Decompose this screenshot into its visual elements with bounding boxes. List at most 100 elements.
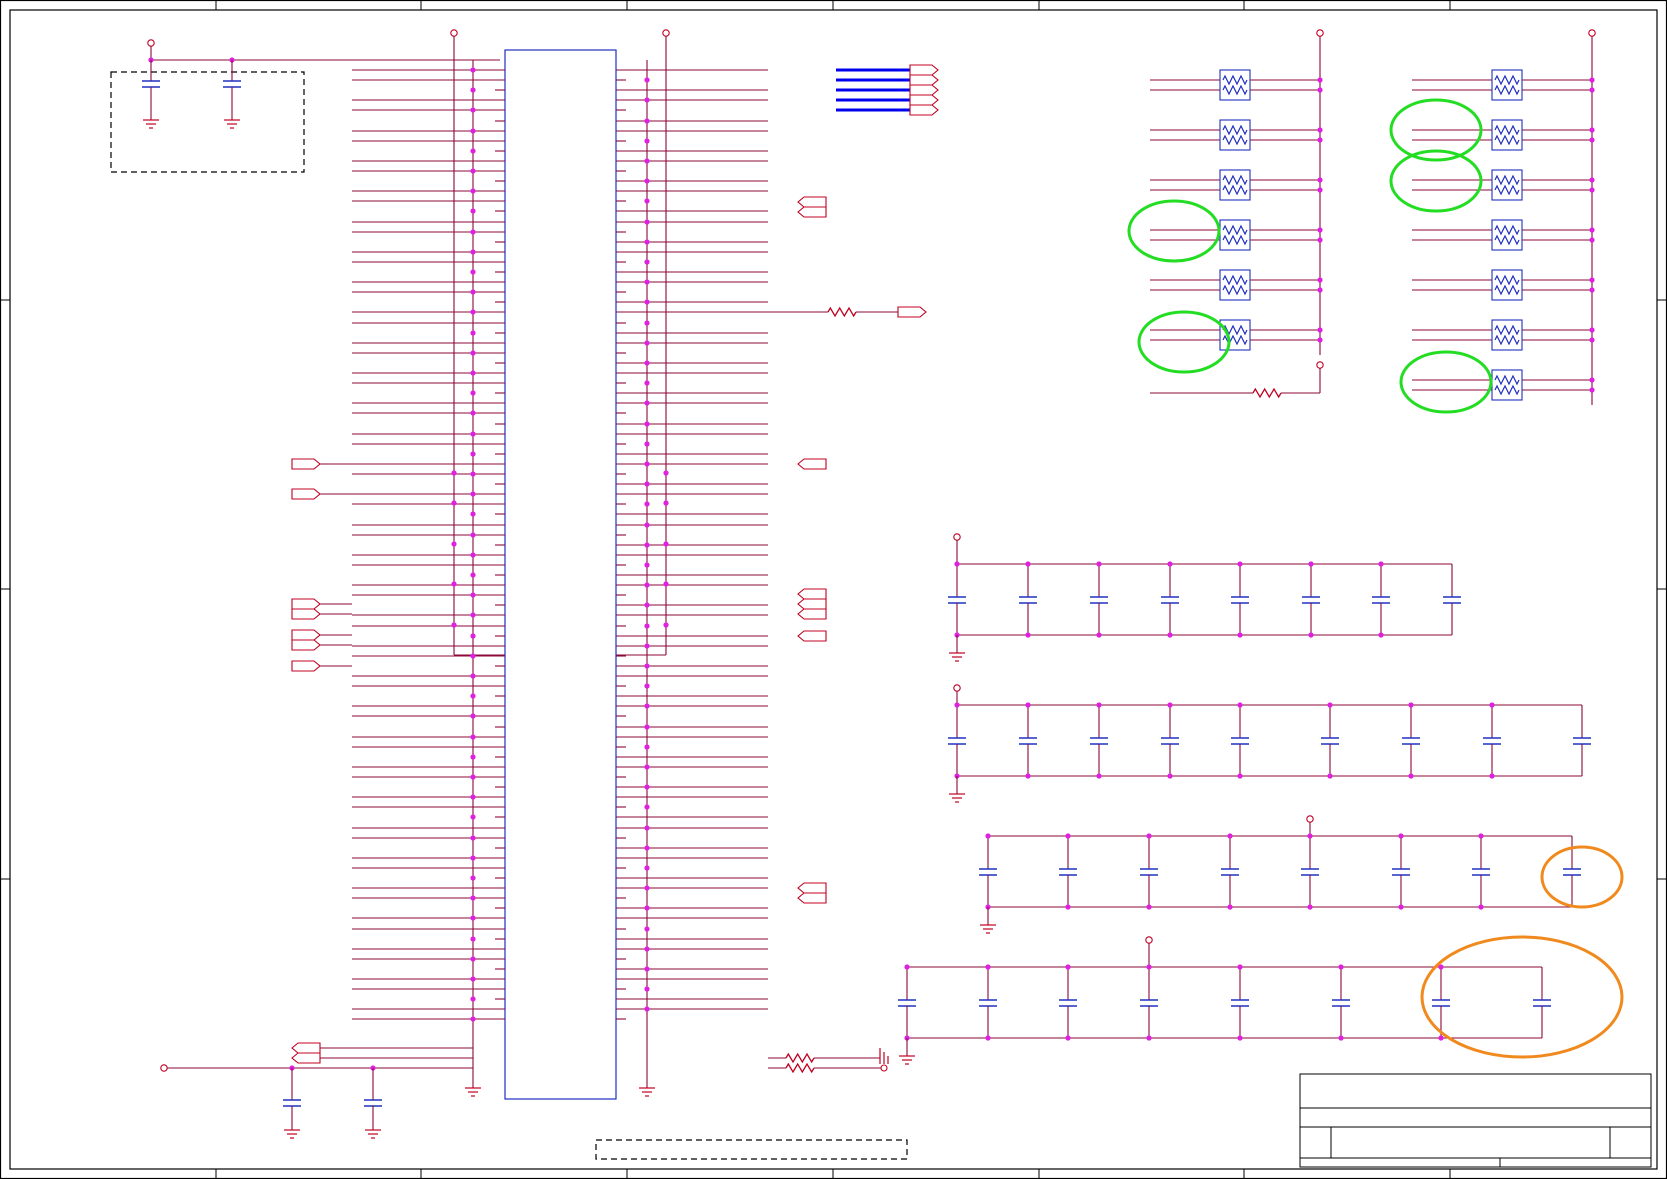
junction-dot	[1317, 187, 1323, 193]
off-sheet-port	[797, 598, 827, 610]
off-sheet-port	[291, 488, 321, 500]
resistor-network	[1491, 119, 1523, 151]
power-symbol	[1306, 815, 1314, 823]
junction-dot	[451, 541, 457, 547]
junction-dot	[470, 612, 476, 618]
junction-dot	[1338, 1035, 1344, 1041]
junction-dot	[985, 833, 991, 839]
junction-dot	[1589, 187, 1595, 193]
resistor-network	[1219, 219, 1251, 251]
junction-dot	[1237, 702, 1243, 708]
junction-dot	[470, 67, 476, 73]
resistor-network	[1219, 319, 1251, 351]
junction-dot	[1589, 237, 1595, 243]
capacitor	[1161, 596, 1179, 604]
junction-dot	[644, 421, 650, 427]
off-sheet-port	[291, 1042, 321, 1054]
capacitor	[1019, 737, 1037, 745]
off-sheet-port	[909, 104, 939, 116]
resistor	[1252, 387, 1282, 399]
junction-dot	[470, 1016, 476, 1022]
off-sheet-port	[291, 608, 321, 620]
junction-dot	[1307, 833, 1313, 839]
capacitor	[1321, 737, 1339, 745]
ground-symbol	[639, 1087, 655, 1097]
decoupling-capacitor-banks	[898, 533, 1591, 1065]
junction-dot	[470, 350, 476, 356]
junction-dot	[451, 581, 457, 587]
junction-dot	[1317, 287, 1323, 293]
junction-dot	[644, 178, 650, 184]
off-sheet-port	[797, 588, 827, 600]
junction-dot	[1317, 177, 1323, 183]
junction-dot	[470, 875, 476, 881]
decoupling-group-box	[110, 71, 305, 173]
junction-dot	[644, 623, 650, 629]
junction-dot	[644, 239, 650, 245]
junction-dot	[1317, 227, 1323, 233]
capacitor	[1332, 999, 1350, 1007]
junction-dot	[1327, 773, 1333, 779]
junction-dot	[1237, 773, 1243, 779]
junction-dot	[644, 724, 650, 730]
orange-highlight-circle	[1420, 935, 1624, 1059]
junction-dot	[470, 208, 476, 214]
junction-dot	[644, 602, 650, 608]
power-symbol	[1316, 29, 1324, 37]
junction-dot	[663, 581, 669, 587]
junction-dot	[1589, 177, 1595, 183]
junction-dot	[1589, 227, 1595, 233]
junction-dot	[644, 825, 650, 831]
junction-dot	[1025, 561, 1031, 567]
junction-dot	[985, 1035, 991, 1041]
capacitor	[1372, 596, 1390, 604]
junction-dot	[470, 148, 476, 154]
junction-dot	[1146, 1035, 1152, 1041]
off-sheet-port	[291, 1052, 321, 1064]
power-symbol	[1316, 361, 1324, 369]
junction-dot	[470, 693, 476, 699]
junction-dot	[644, 522, 650, 528]
junction-dot	[644, 299, 650, 305]
green-highlight-circle	[1399, 350, 1493, 414]
resistor-network	[1491, 369, 1523, 401]
junction-dot	[1237, 964, 1243, 970]
junction-dot	[644, 744, 650, 750]
junction-dot	[644, 845, 650, 851]
junction-dot	[470, 572, 476, 578]
junction-dot	[470, 330, 476, 336]
junction-dot	[644, 703, 650, 709]
junction-dot	[470, 511, 476, 517]
junction-dot	[1227, 904, 1233, 910]
junction-dot	[1317, 77, 1323, 83]
junction-dot	[904, 964, 910, 970]
junction-dot	[1589, 327, 1595, 333]
off-sheet-port	[797, 882, 827, 894]
junction-dot	[644, 905, 650, 911]
junction-dot	[470, 552, 476, 558]
junction-dot	[1237, 1035, 1243, 1041]
junction-dot	[644, 279, 650, 285]
border-zone-ticks	[0, 0, 1667, 1179]
capacitor	[1402, 737, 1420, 745]
junction-dot	[470, 754, 476, 760]
junction-dot	[644, 885, 650, 891]
capacitor	[1059, 999, 1077, 1007]
off-sheet-port	[291, 598, 321, 610]
junction-dot	[663, 541, 669, 547]
junction-dot	[470, 532, 476, 538]
power-symbol	[662, 29, 670, 37]
junction-dot	[470, 814, 476, 820]
power-symbol	[1588, 29, 1596, 37]
power-symbol	[450, 29, 458, 37]
off-sheet-port	[291, 629, 321, 641]
junction-dot	[644, 77, 650, 83]
schematic-canvas	[0, 0, 1667, 1179]
junction-dot	[1237, 632, 1243, 638]
junction-dot	[1317, 237, 1323, 243]
ground-symbol	[899, 1055, 915, 1065]
junction-dot	[1167, 773, 1173, 779]
junction-dot	[470, 269, 476, 275]
resistor-network	[1219, 269, 1251, 301]
bus-group	[836, 64, 939, 116]
